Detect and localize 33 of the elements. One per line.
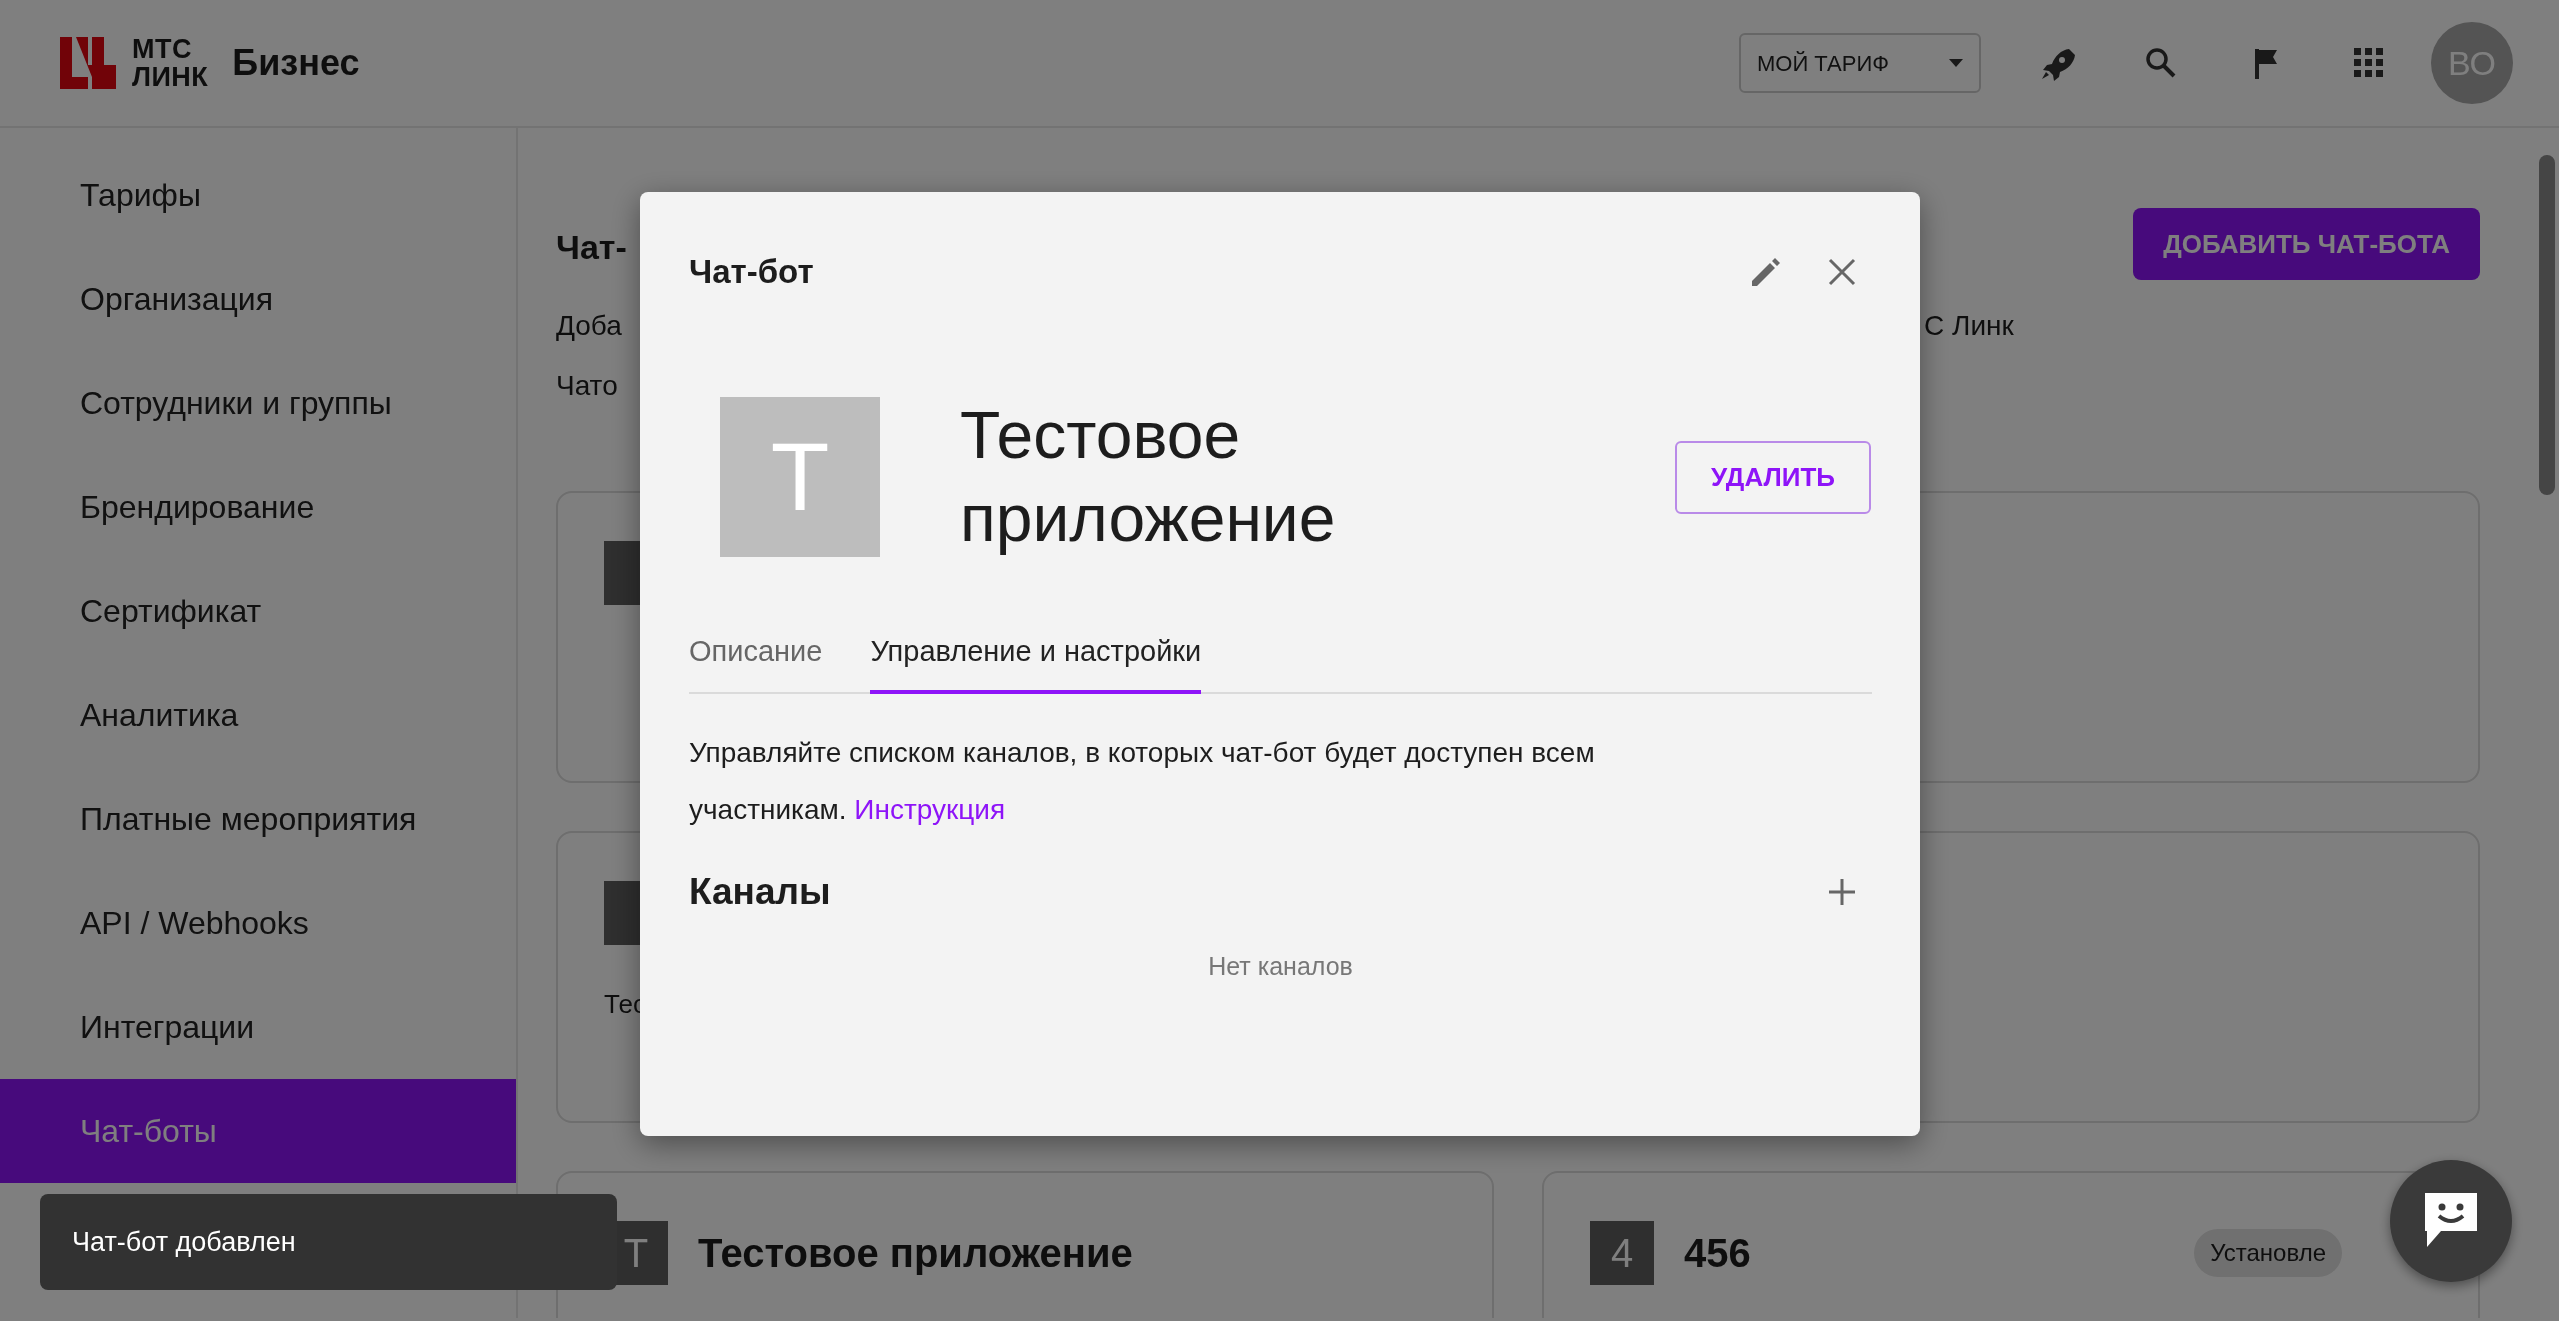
sidebar-item[interactable]: Сертификат [0,559,516,663]
toast-message: Чат-бот добавлен [40,1194,617,1290]
description-text: Чато [556,369,618,403]
sidebar-item[interactable]: Аналитика [0,663,516,767]
description-text: Доба [556,309,622,343]
bot-avatar: T [720,397,880,557]
page-title: Чат- [556,227,627,268]
bot-name: 456 [1684,1230,1751,1277]
tariff-dropdown[interactable]: МОЙ ТАРИФ [1739,33,1981,93]
sidebar-item[interactable]: Организация [0,247,516,351]
status-badge: Установле [2194,1229,2342,1277]
sidebar-item[interactable]: API / Webhooks [0,871,516,975]
sidebar-item[interactable]: Тарифы [0,143,516,247]
sidebar-item[interactable]: Чат-боты [0,1079,516,1183]
tab[interactable]: Управление и настройки [870,630,1202,694]
bot-name: Тестовое приложение [698,1230,1133,1277]
delete-button[interactable]: УДАЛИТЬ [1675,440,1871,514]
section-title: Каналы [689,869,831,914]
sidebar-item[interactable]: Сотрудники и группы [0,351,516,455]
tab[interactable]: Описание [689,630,823,694]
empty-text: Нет каналов [1207,950,1354,982]
description-text: Управляйте списком каналов, в которых чат-бот будет доступен всем участникам. Инструкция [689,735,1596,827]
bot-avatar: 4 [1590,1221,1654,1285]
bot-name: Тестовое приложение [960,397,1337,557]
sidebar-item[interactable]: Платные мероприятия [0,767,516,871]
description-text: С Линк [1924,309,2014,343]
instruction-link[interactable]: Инструкция [854,793,1006,825]
dialog-title: Чат-бот [689,252,814,293]
product-name: Бизнес [232,41,360,85]
sidebar-item[interactable]: Брендирование [0,455,516,559]
logo-text: МТС ЛИНК [132,35,209,91]
sidebar-item[interactable]: Интеграции [0,975,516,1079]
add-chatbot-button[interactable]: ДОБАВИТЬ ЧАТ-БОТА [2133,208,2480,280]
